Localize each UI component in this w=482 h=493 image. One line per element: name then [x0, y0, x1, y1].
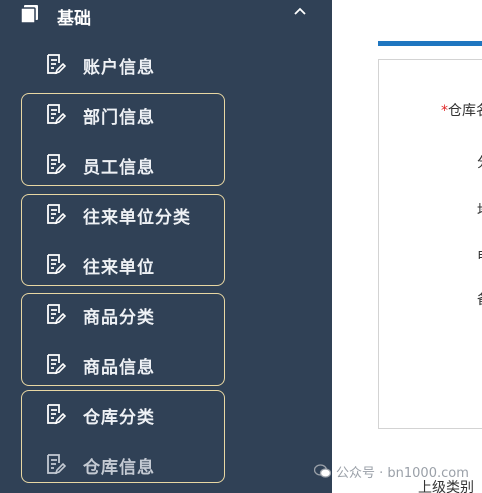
warehouse-name-text: 仓库名 — [448, 103, 482, 119]
warehouse-name-label: *仓库名 — [441, 100, 482, 120]
field-label-partial: 电 — [477, 246, 482, 266]
edit-note-icon — [47, 204, 66, 225]
database-icon — [20, 5, 38, 24]
sidebar: 基础 账户信息 部门信息 员工信息 往来单位分类 往来单位 商品分类 商品信息 … — [0, 0, 332, 493]
sidebar-item-product[interactable]: 商品信息 — [40, 344, 300, 384]
sidebar-item-label: 仓库信息 — [83, 458, 155, 478]
menu-group-label: 基础 — [57, 9, 91, 29]
sidebar-item-label: 账户信息 — [83, 58, 155, 78]
edit-note-icon — [47, 354, 66, 375]
sidebar-item-warehouse[interactable]: 仓库信息 — [40, 444, 300, 484]
main-clip: *仓库名 分 地 电 备 — [332, 0, 482, 493]
sidebar-item-label: 员工信息 — [83, 158, 155, 178]
edit-note-icon — [47, 154, 66, 175]
sidebar-item-warehouse-category[interactable]: 仓库分类 — [40, 394, 300, 434]
edit-note-icon — [47, 104, 66, 125]
sidebar-item-department[interactable]: 部门信息 — [40, 94, 300, 134]
menu-group-basic[interactable]: 基础 — [0, 0, 332, 30]
sidebar-item-partner[interactable]: 往来单位 — [40, 244, 300, 284]
edit-note-icon — [47, 254, 66, 275]
sidebar-item-account[interactable]: 账户信息 — [40, 44, 300, 84]
sidebar-item-label: 往来单位 — [83, 258, 155, 278]
sidebar-item-partner-category[interactable]: 往来单位分类 — [40, 194, 300, 234]
sidebar-item-label: 商品分类 — [83, 308, 155, 328]
chevron-up-icon[interactable] — [293, 6, 307, 16]
active-tab-indicator — [378, 41, 482, 46]
sidebar-item-label: 商品信息 — [83, 358, 155, 378]
parent-category-label: 上级类别 — [418, 480, 474, 493]
edit-note-icon — [47, 404, 66, 425]
warehouse-form: *仓库名 分 地 电 备 — [378, 59, 482, 429]
edit-note-icon — [47, 304, 66, 325]
edit-note-icon — [47, 454, 66, 475]
sidebar-item-product-category[interactable]: 商品分类 — [40, 294, 300, 334]
sidebar-item-label: 部门信息 — [83, 108, 155, 128]
field-label-partial: 备 — [477, 289, 482, 309]
required-mark: * — [441, 103, 448, 119]
sidebar-item-label: 仓库分类 — [83, 408, 155, 428]
field-label-partial: 地 — [477, 200, 482, 220]
main-content: *仓库名 分 地 电 备 — [332, 0, 482, 493]
wechat-icon — [314, 464, 331, 478]
edit-note-icon — [47, 54, 66, 75]
sidebar-item-label: 往来单位分类 — [83, 208, 191, 228]
bottom-label-clip: 上级类别 — [332, 470, 482, 493]
field-label-partial: 分 — [477, 152, 482, 172]
sidebar-item-employee[interactable]: 员工信息 — [40, 144, 300, 184]
